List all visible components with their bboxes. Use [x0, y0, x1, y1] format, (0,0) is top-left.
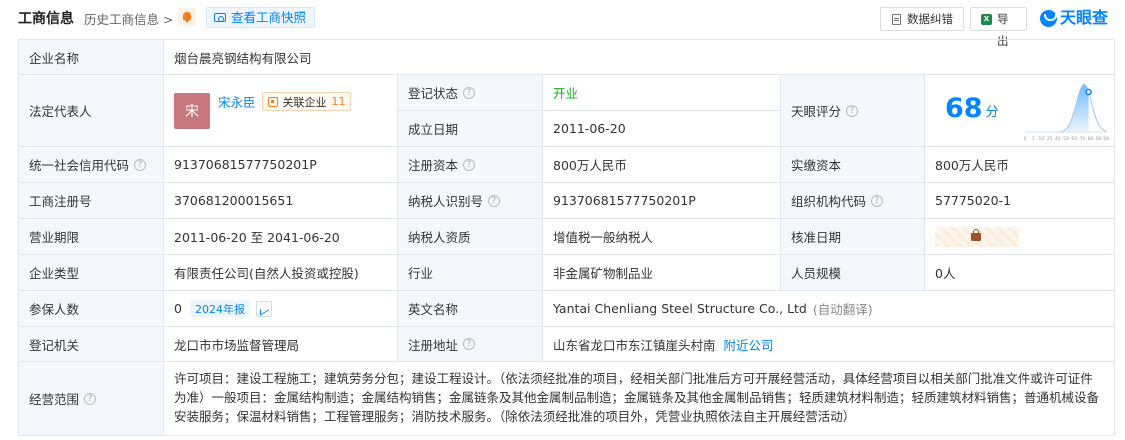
english-name-value: Yantai Chenliang Steel Structure Co., Lt…: [543, 291, 1115, 327]
authority-label: 登记机关: [19, 327, 164, 362]
score-tick-label: 90: [1096, 136, 1102, 142]
term-value: 2011-06-20 至 2041-06-20: [164, 219, 398, 255]
auto-translate-note: (自动翻译): [812, 302, 873, 317]
trend-chart-icon[interactable]: [255, 300, 272, 317]
score-tick-label: 25: [1047, 136, 1053, 142]
insured-value: 0 2024年报: [164, 291, 398, 327]
related-companies-icon: [267, 97, 278, 107]
approval-date-value[interactable]: [925, 219, 1115, 255]
score-tick-label: 40: [1055, 136, 1061, 142]
company-name-value: 烟台晨亮钢结构有限公司: [164, 40, 1115, 75]
document-icon: [892, 14, 901, 25]
score-tick-label: 100: [1103, 136, 1109, 142]
org-code-label: 组织机构代码?: [781, 183, 925, 219]
history-info-link[interactable]: 历史工商信息 >: [84, 9, 173, 28]
org-code-value: 57775020-1: [925, 183, 1115, 219]
help-icon[interactable]: ?: [846, 104, 859, 117]
company-name-label: 企业名称: [19, 40, 164, 75]
taxpayer-id-value: 91370681577750201P: [543, 183, 781, 219]
score-tick-label: 1: [1032, 136, 1035, 142]
reg-capital-label: 注册资本?: [398, 147, 543, 183]
related-companies-badge[interactable]: 关联企业 11: [261, 92, 351, 111]
english-name-label: 英文名称: [398, 291, 543, 327]
scope-label: 经营范围?: [19, 362, 164, 436]
business-info-table: 企业名称 烟台晨亮钢结构有限公司 法定代表人 宋 宋永臣 关联企业 11 登记状…: [18, 39, 1115, 436]
help-icon[interactable]: ?: [84, 392, 97, 405]
company-type-label: 企业类型: [19, 255, 164, 291]
address-label: 注册地址?: [398, 327, 543, 362]
credit-code-value: 91370681577750201P: [164, 147, 398, 183]
industry-value: 非金属矿物制品业: [543, 255, 781, 291]
camera-icon: [214, 13, 226, 22]
score-tick-label: 60: [1071, 136, 1077, 142]
score-tick-label: 50: [1063, 136, 1069, 142]
score-marker: [1085, 88, 1092, 96]
logo-icon: [1040, 10, 1057, 27]
score-tick-label: 10: [1039, 136, 1045, 142]
score-value[interactable]: 68分 01 1025405060708090100: [925, 75, 1115, 147]
score-distribution-chart: 01 1025405060708090100: [1024, 83, 1109, 142]
reg-no-value: 370681200015651: [164, 183, 398, 219]
data-correction-button[interactable]: 数据纠错: [880, 7, 964, 31]
help-icon[interactable]: ?: [463, 86, 476, 99]
help-icon[interactable]: ?: [134, 158, 147, 171]
help-icon[interactable]: ?: [463, 338, 476, 350]
legal-rep-value: 宋 宋永臣 关联企业 11: [164, 75, 398, 147]
lock-icon: [971, 228, 981, 241]
section-header: 工商信息 历史工商信息 > 查看工商快照 数据纠错 X 导出 天眼查: [0, 0, 1125, 48]
section-title: 工商信息: [18, 11, 74, 27]
paid-capital-value: 800万人民币: [925, 147, 1115, 183]
nearby-companies-link[interactable]: 附近公司: [724, 335, 774, 354]
bell-icon[interactable]: [178, 8, 196, 26]
legal-rep-name-link[interactable]: 宋永臣: [218, 92, 256, 111]
insured-label: 参保人数: [19, 291, 164, 327]
status-value: 开业: [543, 75, 781, 111]
snapshot-button-label: 查看工商快照: [231, 10, 307, 25]
scope-value: 许可项目：建设工程施工；建筑劳务分包；建设工程设计。（依法须经批准的项目，经相关…: [164, 362, 1115, 436]
score-tick-label: 70: [1080, 136, 1086, 142]
company-type-value: 有限责任公司(自然人投资或控股): [164, 255, 398, 291]
help-icon[interactable]: ?: [463, 158, 476, 171]
established-label: 成立日期: [398, 111, 543, 147]
address-value: 山东省龙口市东江镇崖头村南 附近公司: [543, 327, 1115, 362]
legal-rep-label: 法定代表人: [19, 75, 164, 147]
help-icon[interactable]: ?: [871, 194, 884, 207]
related-companies-count: 11: [331, 95, 346, 108]
taxpayer-type-label: 纳税人资质: [398, 219, 543, 255]
score-tick-label: 0: [1024, 136, 1027, 142]
taxpayer-type-value: 增值税一般纳税人: [543, 219, 781, 255]
approval-date-label: 核准日期: [781, 219, 925, 255]
score-label: 天眼评分?: [781, 75, 925, 147]
taxpayer-id-label: 纳税人识别号?: [398, 183, 543, 219]
status-label: 登记状态?: [398, 75, 543, 111]
avatar[interactable]: 宋: [174, 92, 210, 129]
staff-size-value: 0人: [925, 255, 1115, 291]
paid-capital-label: 实缴资本: [781, 147, 925, 183]
excel-icon: X: [981, 14, 992, 25]
score-curve: [1025, 83, 1108, 133]
industry-label: 行业: [398, 255, 543, 291]
tianyancha-logo[interactable]: 天眼查: [1040, 7, 1108, 29]
term-label: 营业期限: [19, 219, 164, 255]
export-button[interactable]: X 导出: [970, 7, 1027, 48]
locked-content[interactable]: [935, 226, 1019, 247]
snapshot-button[interactable]: 查看工商快照: [206, 7, 316, 28]
logo-text: 天眼查: [1060, 8, 1109, 27]
reg-capital-value: 800万人民币: [543, 147, 781, 183]
authority-value: 龙口市市场监督管理局: [164, 327, 398, 362]
reg-no-label: 工商注册号: [19, 183, 164, 219]
credit-code-label: 统一社会信用代码?: [19, 147, 164, 183]
annual-report-tag[interactable]: 2024年报: [189, 300, 250, 317]
score-area: [1025, 84, 1089, 132]
data-correction-label: 数据纠错: [907, 12, 953, 26]
score-tick-label: 80: [1088, 136, 1094, 142]
established-value: 2011-06-20: [543, 111, 781, 147]
staff-size-label: 人员规模: [781, 255, 925, 291]
related-companies-label: 关联企业: [282, 95, 327, 109]
score-number: 68 分: [945, 93, 999, 124]
help-icon[interactable]: ?: [488, 194, 501, 207]
